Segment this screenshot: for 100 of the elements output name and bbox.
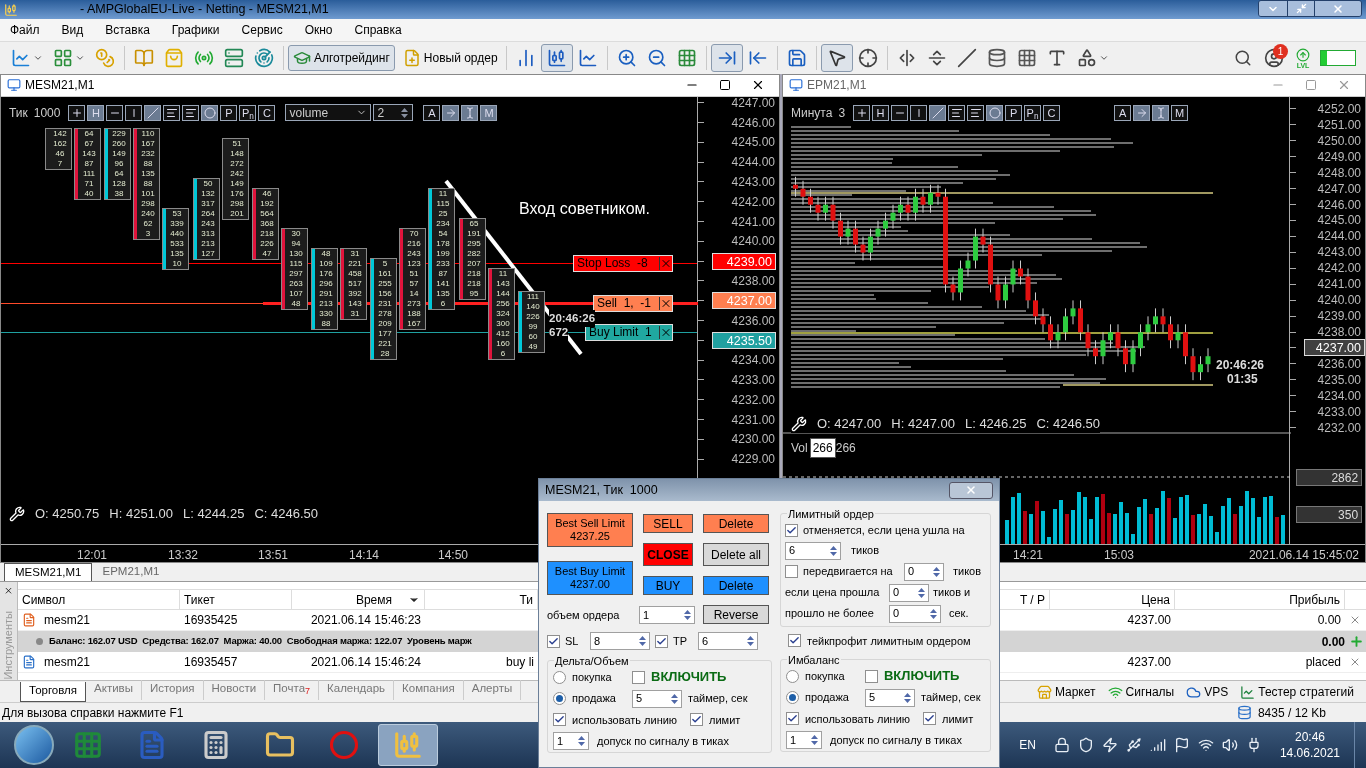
volume-cell-text: 30 xyxy=(290,228,302,239)
panel-link[interactable]: VPS xyxy=(1186,682,1229,702)
volume-cell-text: 226 xyxy=(525,311,541,322)
panel-link[interactable]: Тестер стратегий xyxy=(1240,682,1354,702)
price-label: 4238.00 xyxy=(1317,324,1362,341)
field-label: объем ордера xyxy=(547,607,621,623)
terminal-tab[interactable]: История xyxy=(141,680,204,700)
column-header[interactable]: Цена xyxy=(1141,590,1170,609)
column-header[interactable]: Прибыль xyxy=(1289,590,1340,609)
chart-tool-button[interactable]: A xyxy=(1114,104,1132,121)
volume-cell-text: 162 xyxy=(52,138,68,149)
number-field[interactable]: 1 xyxy=(639,606,695,624)
volume-cell-text: 53 xyxy=(171,208,183,219)
menu-item[interactable]: Окно xyxy=(304,21,333,39)
table-cell-text: 2021.06.14 15:46:24 xyxy=(309,654,422,671)
number-field[interactable]: 5 xyxy=(632,689,682,708)
column-header[interactable]: Время xyxy=(355,590,392,609)
chart-tool-button[interactable]: P xyxy=(1005,104,1023,121)
order-label[interactable]: Stop Loss -8 xyxy=(573,254,673,272)
volume-cell-text: 87 xyxy=(83,158,95,169)
terminal-tab[interactable]: Новости xyxy=(203,680,266,700)
terminal-tab[interactable]: Активы xyxy=(86,680,142,700)
spin-field[interactable]: 2 xyxy=(373,104,414,122)
volume-cell-text: 38 xyxy=(113,188,125,199)
price-label: 4236.00 xyxy=(1317,355,1362,373)
chart-tool-button[interactable]: H xyxy=(872,104,890,121)
price-label: 4233.00 xyxy=(731,371,776,389)
chart-tab[interactable]: MESM21,M1 xyxy=(4,563,93,581)
algo-trading-button[interactable]: Алготрейдинг xyxy=(288,45,395,71)
number-field[interactable]: 1 xyxy=(785,731,822,749)
best-limit-button[interactable]: Best Buy Limit 4237.00 xyxy=(547,561,633,595)
menu-item[interactable]: Вставка xyxy=(105,21,150,39)
trade-button[interactable]: CLOSE xyxy=(643,543,693,566)
volume-cell-text: 272 xyxy=(229,158,245,169)
chart-tool-button[interactable]: P$_{n}$ xyxy=(239,104,257,121)
radio-label: продажа xyxy=(804,690,850,706)
indicator-select[interactable]: volume xyxy=(285,104,372,122)
chart-tool-button[interactable]: P xyxy=(220,104,238,121)
order-label[interactable]: Buy Limit 1 xyxy=(585,323,673,341)
price-label: 4243.00 xyxy=(731,174,776,191)
terminal-tab[interactable]: Календарь xyxy=(319,680,395,700)
order-button[interactable]: Reverse xyxy=(703,605,769,624)
menu-item[interactable]: Сервис xyxy=(241,21,283,39)
best-limit-button[interactable]: Best Sell Limit 4237.25 xyxy=(547,513,633,547)
chart-tool-button[interactable]: A xyxy=(423,104,441,121)
ohlc-value: O: 4250.75 xyxy=(35,504,100,523)
volume-cell-text: 243 xyxy=(406,248,422,259)
checkbox-label: TP xyxy=(673,633,689,649)
period-value: 3 xyxy=(838,104,846,122)
new-order-button[interactable]: Новый ордер xyxy=(398,45,502,71)
number-field[interactable]: 1 xyxy=(553,732,589,750)
chart-tool-button[interactable]: M xyxy=(1171,104,1189,121)
volume-cell-text: 115 xyxy=(435,198,451,209)
menu-item[interactable]: Вид xyxy=(61,21,84,39)
menu-item[interactable]: Файл xyxy=(10,21,40,39)
column-header[interactable]: Символ xyxy=(22,590,66,609)
column-header[interactable]: T / P xyxy=(1019,590,1045,609)
chart-tab[interactable]: EPM21,M1 xyxy=(92,563,170,581)
order-label[interactable]: Sell 1, -1 xyxy=(593,294,673,312)
trade-button[interactable]: SELL xyxy=(643,514,693,533)
checkbox-label: использовать линию xyxy=(572,712,679,728)
order-button[interactable]: Delete all xyxy=(703,543,769,566)
number-field[interactable]: 8 xyxy=(590,632,650,650)
volume-cell-text: 143 xyxy=(81,148,97,159)
terminal-tab[interactable]: Компания xyxy=(394,680,464,700)
column-header[interactable]: Тикет xyxy=(184,590,215,609)
volume-cell-text: 264 xyxy=(200,208,216,219)
number-field[interactable]: 6 xyxy=(698,632,758,650)
chart-tool-button[interactable]: C xyxy=(1043,104,1061,121)
number-field[interactable]: 0 xyxy=(888,604,941,623)
trade-button[interactable]: BUY xyxy=(643,576,693,595)
panel-link[interactable]: Сигналы xyxy=(1107,682,1175,702)
volume-cell-text: 243 xyxy=(200,218,216,229)
volume-cell-text: 440 xyxy=(169,228,185,239)
terminal-tab[interactable]: Торговля xyxy=(20,682,87,702)
number-field[interactable]: 0 xyxy=(888,583,929,602)
volume-cell-text: 148 xyxy=(229,148,245,159)
account-summary: Баланс: 162.07 USD Средства: 162.07 Маржа: 40.00 Свободная маржа: 122.07 Уровень марж xyxy=(49,634,472,649)
volume-cell-text: 87 xyxy=(437,268,449,279)
panel-link[interactable]: Маркет xyxy=(1036,682,1096,702)
enable-label: ВКЛЮЧИТЬ xyxy=(883,668,960,685)
price-label: 4240.00 xyxy=(731,233,776,251)
terminal-tab[interactable]: Алерты xyxy=(463,680,522,700)
volume-cell-text: 296 xyxy=(318,278,334,289)
order-button[interactable]: Delete xyxy=(703,576,769,595)
language-indicator[interactable]: EN xyxy=(1019,736,1036,754)
number-field[interactable]: 5 xyxy=(864,688,915,707)
volume-cell-text: 324 xyxy=(495,308,511,319)
chart-tool-button[interactable]: P$_{n}$ xyxy=(1024,104,1042,121)
menu-item[interactable]: Графики xyxy=(171,21,220,39)
chart-tool-button[interactable]: C xyxy=(258,104,276,121)
column-header[interactable]: Ти xyxy=(519,590,533,609)
price-label: 4236.00 xyxy=(731,312,776,330)
price-label: 4242.00 xyxy=(731,193,776,211)
volume-cell-text: 3 xyxy=(144,228,152,239)
order-button[interactable]: Delete xyxy=(703,514,769,533)
number-field[interactable]: 6 xyxy=(784,541,841,560)
menu-item[interactable]: Справка xyxy=(354,21,402,39)
chart-window-title: EPM21,M1 xyxy=(807,77,867,95)
number-field[interactable]: 0 xyxy=(903,562,944,581)
